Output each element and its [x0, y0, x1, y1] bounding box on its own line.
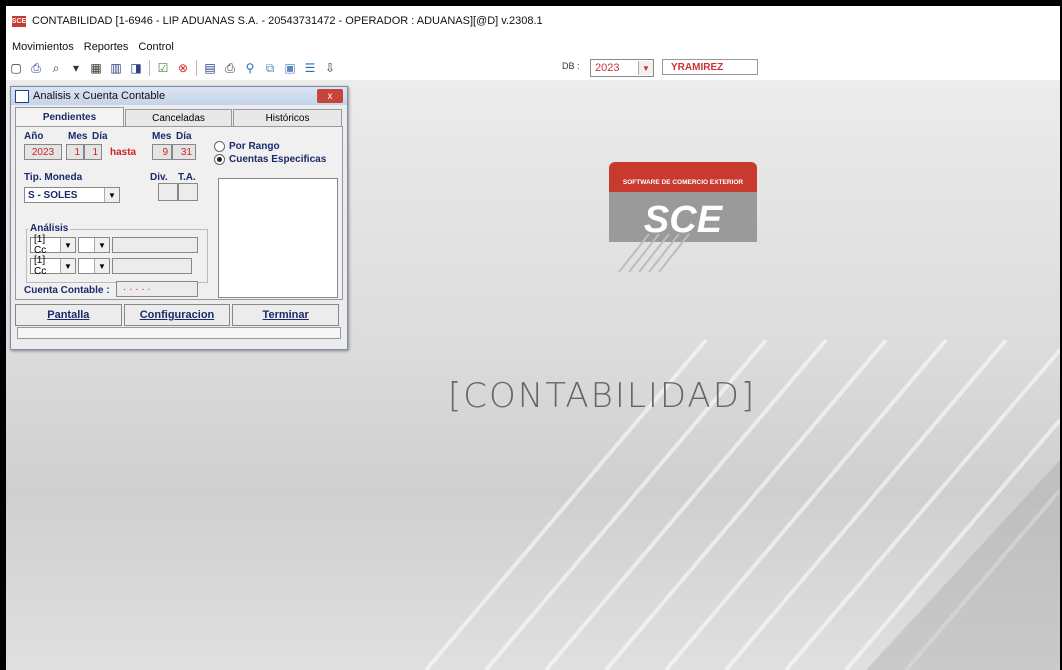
module-title-text: CONTABILIDAD — [463, 376, 741, 416]
menu-reportes[interactable]: Reportes — [84, 41, 129, 53]
analisis1-select[interactable]: [1] Cc ▼ — [30, 234, 76, 256]
mes-label: Mes — [68, 131, 88, 142]
dialog-title: Analisis x Cuenta Contable — [33, 90, 166, 102]
analisis2-sub-select[interactable]: ▼ — [78, 258, 110, 274]
grid-icon[interactable]: ▦ — [88, 60, 104, 76]
window-icon — [15, 89, 29, 103]
radio-cuentas-especificas[interactable]: Cuentas Especificas — [214, 154, 326, 165]
progress-bar — [17, 327, 341, 339]
title-bar: SCE CONTABILIDAD [1-6946 - LIP ADUANAS S… — [6, 6, 1060, 36]
dia-label: Día — [92, 131, 108, 142]
preview-icon[interactable]: ◨ — [128, 60, 144, 76]
list-icon[interactable]: ☰ — [302, 60, 318, 76]
chevron-down-icon[interactable]: ▼ — [104, 188, 119, 202]
toolbar-separator — [149, 60, 150, 76]
radio-cuentas-label: Cuentas Especificas — [229, 154, 327, 165]
configuracion-button[interactable]: Configuracion — [123, 304, 231, 326]
radio-icon — [214, 141, 225, 152]
print-icon[interactable]: ⎙ — [28, 60, 44, 76]
moneda-select[interactable]: S - SOLES ▼ — [24, 187, 120, 203]
copy-icon[interactable]: ⧉ — [262, 60, 278, 76]
cuenta-contable-field[interactable]: · · · · · — [116, 281, 198, 297]
dialog-title-bar[interactable]: Analisis x Cuenta Contable x — [11, 87, 347, 105]
search-icon[interactable]: ⚲ — [242, 60, 258, 76]
mes-hasta-field[interactable]: 9 — [152, 144, 172, 160]
radio-por-rango-label: Por Rango — [229, 141, 280, 152]
application-window: SCE CONTABILIDAD [1-6946 - LIP ADUANAS S… — [6, 6, 1060, 670]
tip-moneda-label: Tip. Moneda — [24, 172, 83, 183]
div-label: Div. — [150, 172, 168, 183]
tab-canceladas[interactable]: Canceladas — [125, 109, 233, 126]
ta-label: T.A. — [178, 172, 196, 183]
app-icon: SCE — [11, 15, 27, 27]
mes-hasta-label: Mes — [152, 131, 172, 142]
moneda-value: S - SOLES — [28, 189, 78, 201]
dia-hasta-field[interactable]: 31 — [172, 144, 196, 160]
cuenta-contable-label: Cuenta Contable : — [24, 285, 110, 296]
find-icon[interactable]: ⌕ — [48, 60, 64, 76]
tab-pendientes[interactable]: Pendientes — [15, 107, 124, 126]
anio-label: Año — [24, 131, 44, 142]
cuentas-list[interactable] — [218, 178, 338, 298]
close-icon[interactable]: x — [317, 89, 343, 103]
printer-icon[interactable]: ⎙ — [222, 60, 238, 76]
terminar-button[interactable]: Terminar — [232, 304, 340, 326]
db-year-select[interactable]: 2023 ▼ — [590, 59, 654, 77]
analisis1-sub-select[interactable]: ▼ — [78, 237, 110, 253]
analisis1-value: [1] Cc — [34, 234, 47, 256]
menu-movimientos[interactable]: Movimientos — [12, 41, 74, 53]
logo-subtitle: SOFTWARE DE COMERCIO EXTERIOR — [623, 179, 744, 186]
radio-selected-icon — [214, 154, 225, 165]
exit-icon[interactable]: ⇩ — [322, 60, 338, 76]
cancel-icon[interactable]: ⊗ — [175, 60, 191, 76]
analisis2-select[interactable]: [1] Cc ▼ — [30, 255, 76, 277]
tab-bar: Pendientes Canceladas Históricos — [15, 107, 343, 127]
radio-por-rango[interactable]: Por Rango — [214, 141, 280, 152]
tab-historicos[interactable]: Históricos — [233, 109, 343, 126]
table-icon[interactable]: ▥ — [108, 60, 124, 76]
analisis1-field[interactable] — [112, 237, 198, 253]
chevron-down-icon[interactable]: ▼ — [638, 61, 653, 75]
div-field[interactable] — [158, 183, 178, 201]
window-title: CONTABILIDAD [1-6946 - LIP ADUANAS S.A. … — [32, 15, 543, 27]
export-icon[interactable]: ▣ — [282, 60, 298, 76]
button-row: Pantalla Configuracion Terminar — [15, 304, 341, 326]
new-icon[interactable]: ▢ — [8, 60, 24, 76]
pantalla-button[interactable]: Pantalla — [15, 304, 122, 326]
analisis2-field[interactable] — [112, 258, 192, 274]
ta-field[interactable] — [178, 183, 198, 201]
chevron-down-icon[interactable]: ▼ — [60, 238, 75, 252]
logo-text: SCE — [644, 199, 724, 241]
user-field: YRAMIREZ — [662, 59, 758, 75]
dia-desde-field[interactable]: 1 — [84, 144, 102, 160]
chevron-down-icon[interactable]: ▼ — [94, 238, 109, 252]
toolbar: ▢ ⎙ ⌕ ▾ ▦ ▥ ◨ ☑ ⊗ ▤ ⎙ ⚲ ⧉ ▣ ☰ ⇩ — [6, 57, 1060, 79]
check-icon[interactable]: ☑ — [155, 60, 171, 76]
db-year-value: 2023 — [595, 62, 620, 74]
hasta-label: hasta — [110, 147, 137, 158]
menu-control[interactable]: Control — [138, 41, 173, 53]
analisis2-value: [1] Cc — [34, 255, 47, 277]
analisis-label: Análisis — [28, 223, 71, 234]
report-icon[interactable]: ▤ — [202, 60, 218, 76]
analisis-dialog: Analisis x Cuenta Contable x Pendientes … — [10, 86, 348, 350]
tab-panel: Año Mes Día Mes Día 2023 1 1 hasta 9 31 … — [15, 126, 343, 300]
mes-desde-field[interactable]: 1 — [66, 144, 84, 160]
menu-bar: Movimientos Reportes Control — [6, 37, 1060, 57]
dia-hasta-label: Día — [176, 131, 192, 142]
sce-logo: SOFTWARE DE COMERCIO EXTERIOR SCE — [609, 162, 757, 272]
chevron-down-icon[interactable]: ▼ — [94, 259, 109, 273]
chevron-down-icon[interactable]: ▼ — [60, 259, 75, 273]
anio-field[interactable]: 2023 — [24, 144, 62, 160]
module-title: [CONTABILIDAD] — [448, 376, 757, 416]
filter-icon[interactable]: ▾ — [68, 60, 84, 76]
db-label: DB : — [562, 61, 580, 71]
toolbar-separator — [196, 60, 197, 76]
